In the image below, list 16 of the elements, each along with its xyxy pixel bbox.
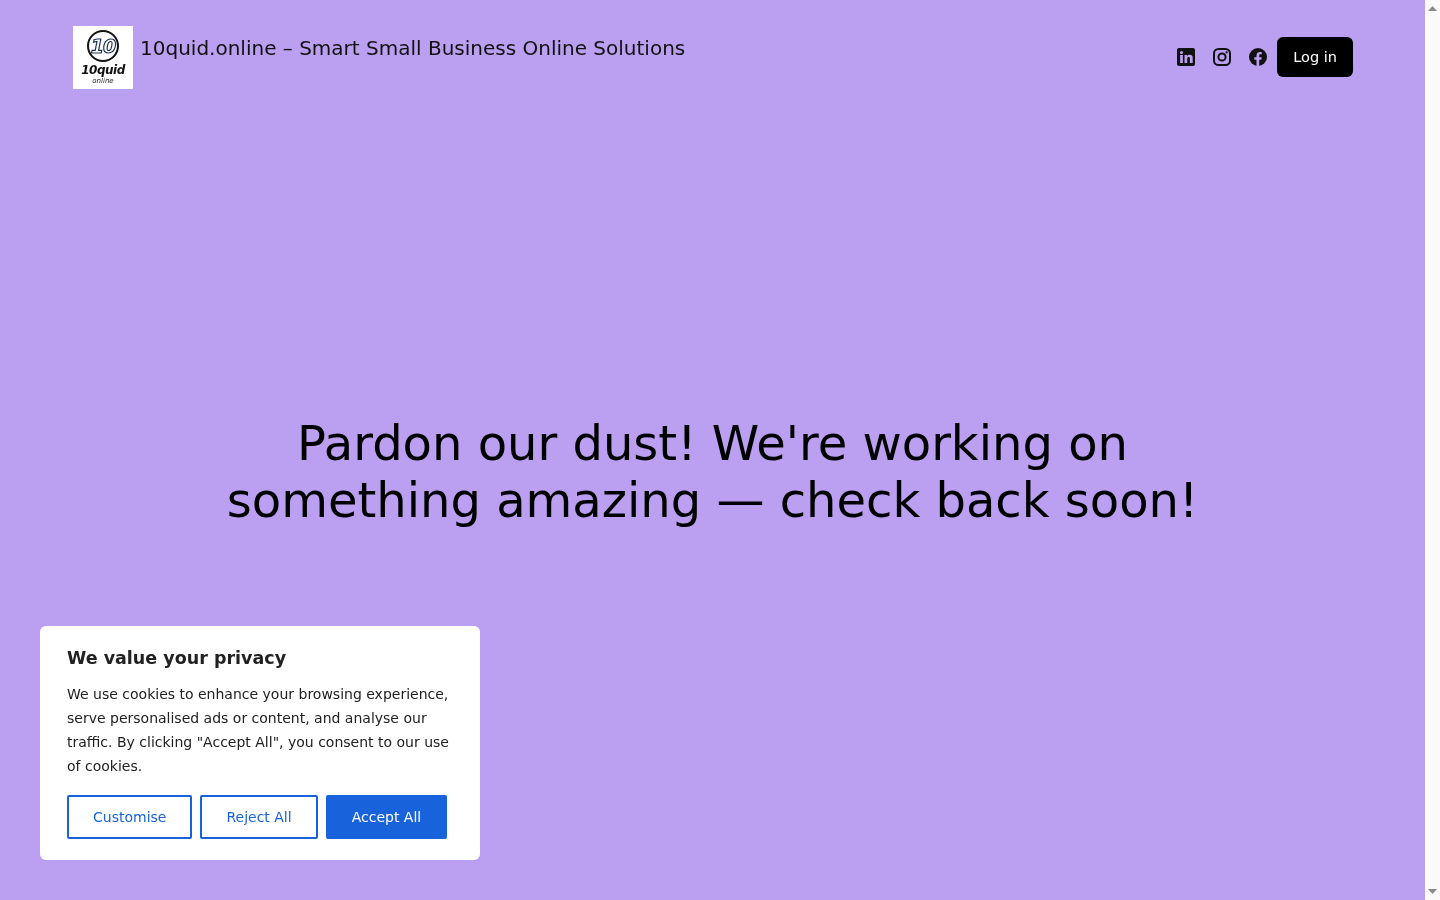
instagram-icon[interactable] (1213, 48, 1232, 66)
site-title[interactable]: 10quid.online – Smart Small Business Online Solutions (140, 36, 686, 60)
login-button[interactable]: Log in (1277, 37, 1353, 77)
banner-text: We use cookies to enhance your browsing experience, serve personalised ads or content, and analyse our traffic. By clicking "Accept All", you consent to our use of cookies. (67, 685, 450, 776)
accept-button[interactable]: Accept All (325, 795, 448, 839)
linkedin-icon[interactable] (1177, 48, 1196, 66)
outline-button[interactable]: Customise (67, 795, 193, 839)
outline-button[interactable]: Reject All (200, 795, 318, 839)
scrollbar[interactable] (1425, 0, 1440, 900)
scroll-up-icon[interactable] (1428, 6, 1437, 11)
scroll-down-icon[interactable] (1428, 889, 1437, 894)
banner-title: We value your privacy (67, 647, 288, 669)
page-heading: Pardon our dust! We're working on something amazing — check back soon! (225, 415, 1200, 529)
facebook-icon[interactable] (1249, 48, 1268, 66)
logo-mark: 10 (87, 30, 119, 62)
logo-name: 10quid (81, 64, 125, 77)
